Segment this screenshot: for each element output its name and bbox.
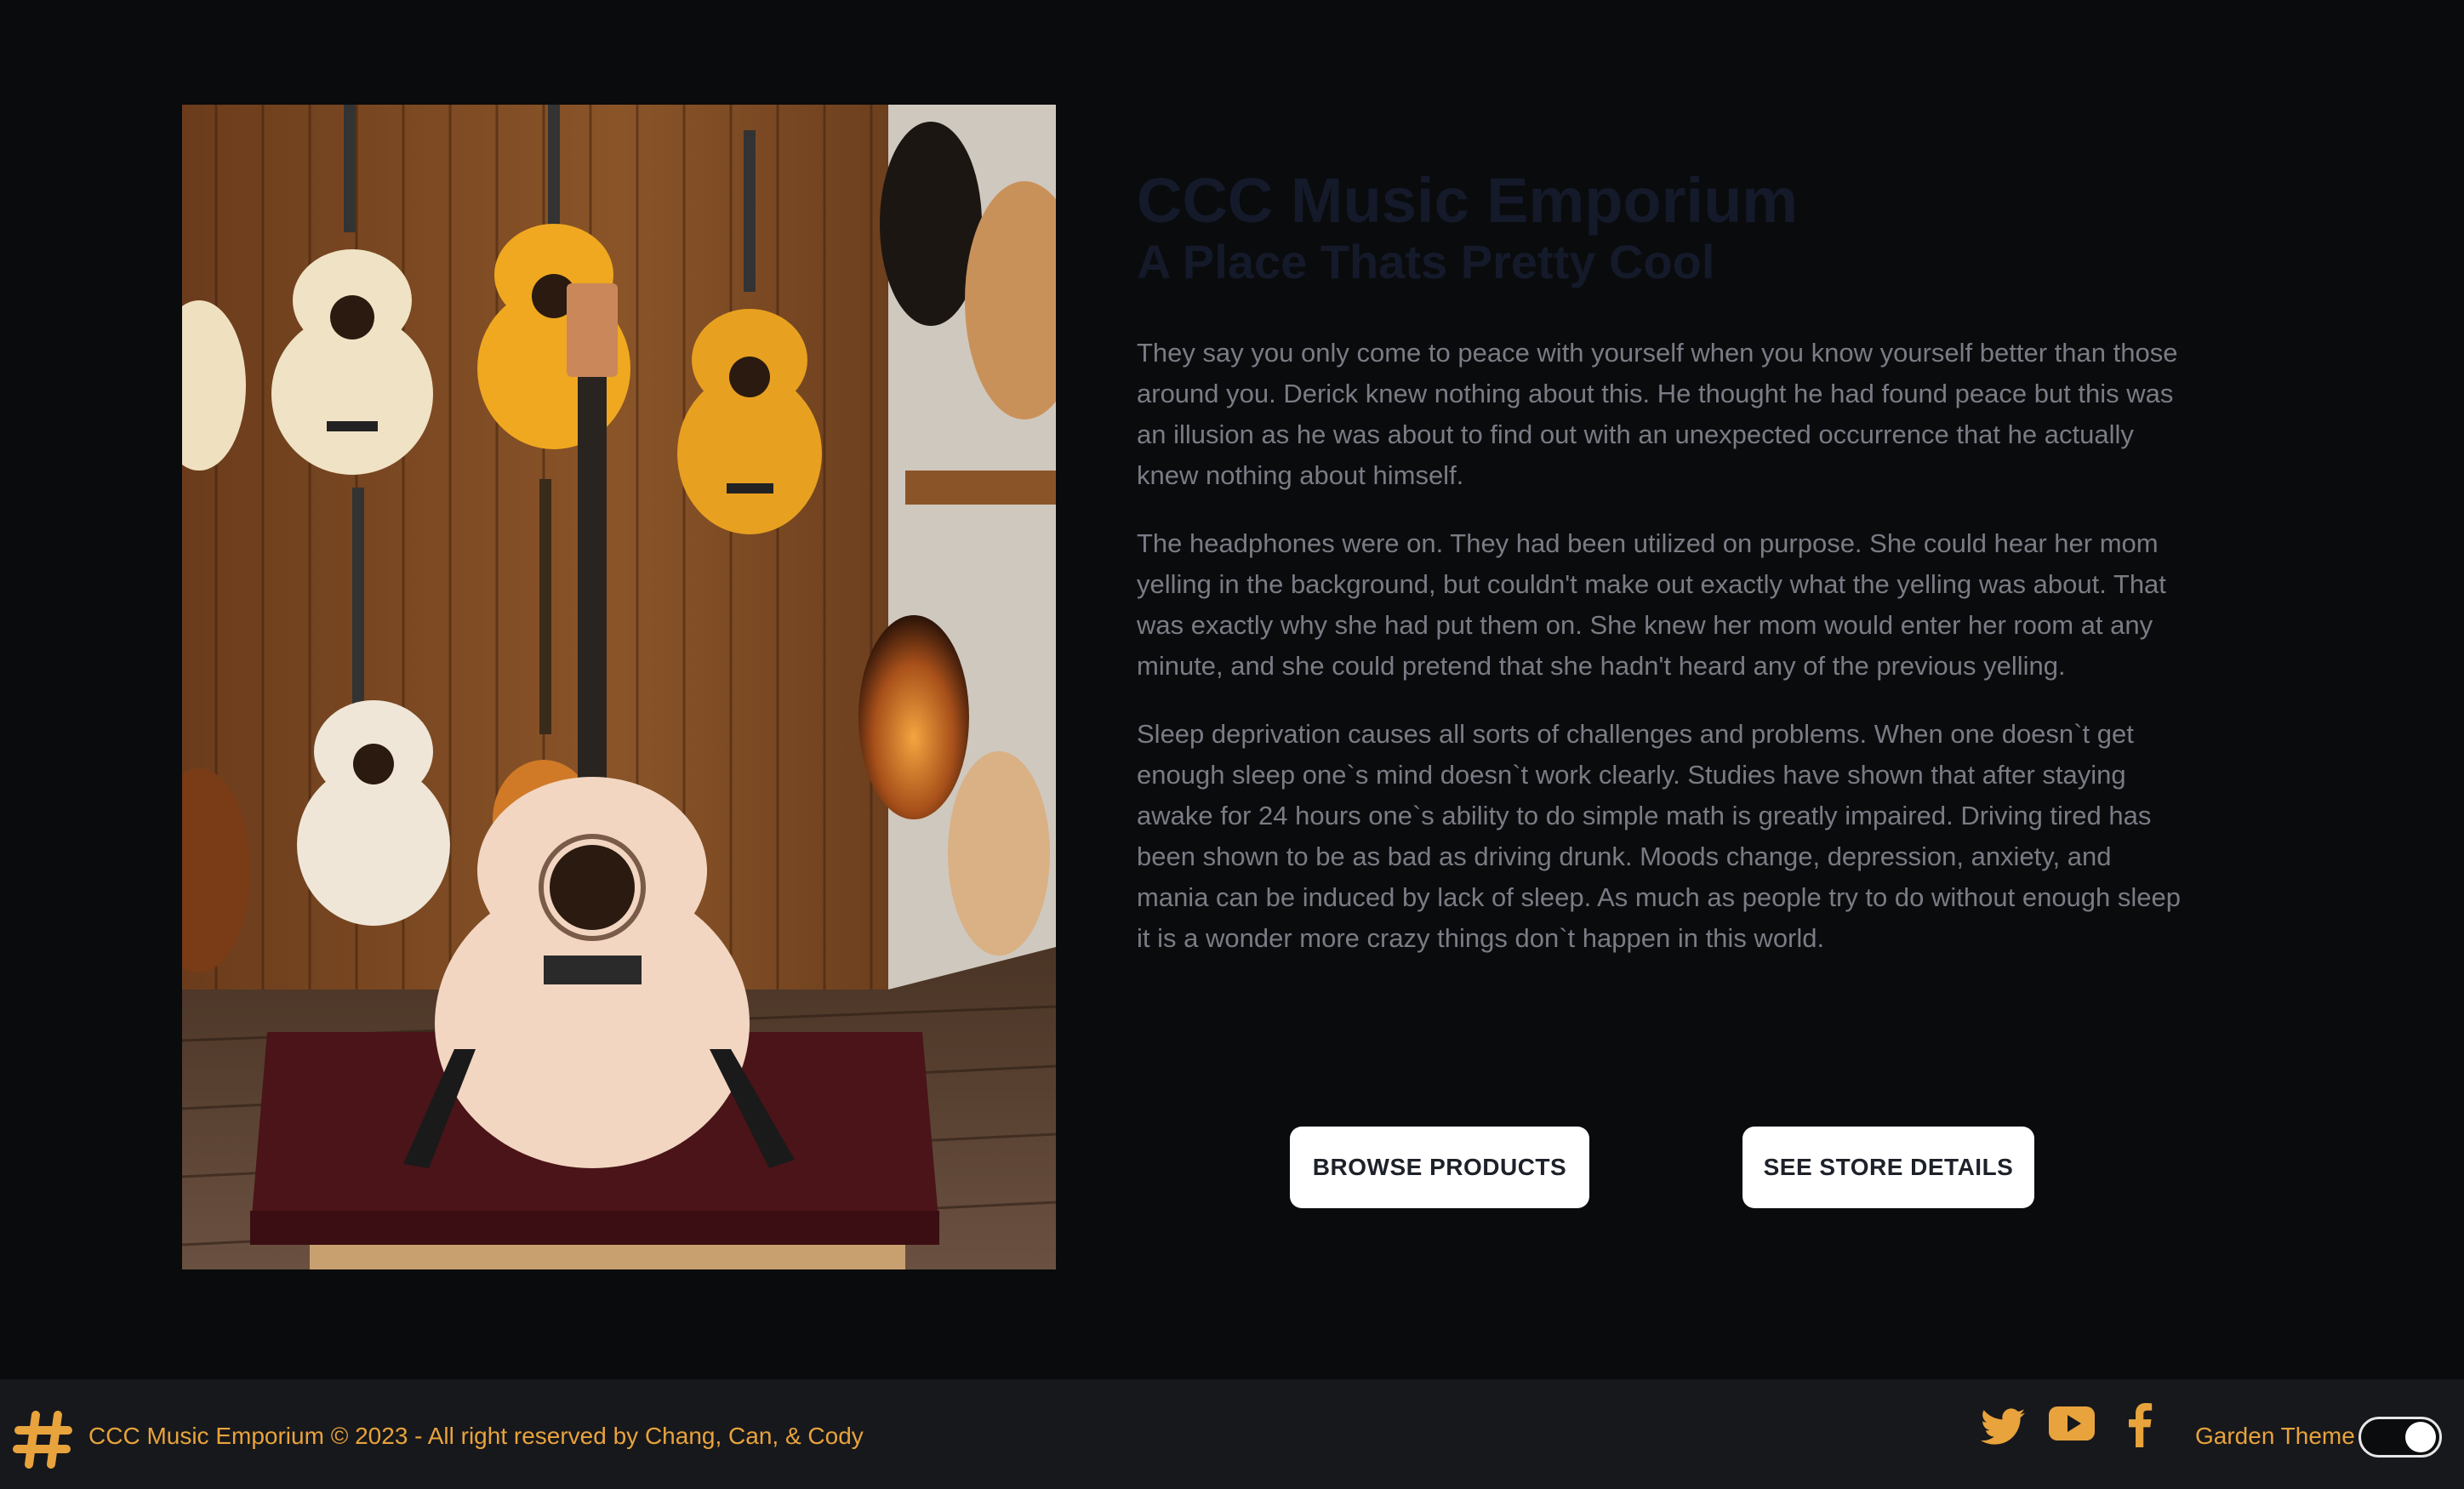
guitar-store-image bbox=[182, 105, 1056, 1269]
page-subtitle: A Place Thats Pretty Cool bbox=[1137, 235, 1715, 288]
hero-photo bbox=[182, 105, 1056, 1269]
intro-paragraph-3: Sleep deprivation causes all sorts of ch… bbox=[1137, 719, 2181, 953]
theme-toggle-label: Garden Theme bbox=[2195, 1423, 2355, 1449]
footer: CCC Music Emporium © 2023 - All right re… bbox=[0, 1379, 2464, 1489]
intro-paragraph-2: The headphones were on. They had been ut… bbox=[1137, 528, 2166, 681]
footer-copyright: CCC Music Emporium © 2023 - All right re… bbox=[88, 1423, 864, 1449]
twitter-icon[interactable] bbox=[1981, 1408, 2025, 1446]
hero-content: CCC Music Emporium A Place Thats Pretty … bbox=[1137, 166, 2183, 959]
page: CCC Music Emporium A Place Thats Pretty … bbox=[0, 0, 2464, 1489]
garden-theme-toggle[interactable] bbox=[2358, 1417, 2442, 1458]
browse-products-button[interactable]: BROWSE PRODUCTS bbox=[1290, 1127, 1589, 1208]
hero-actions: BROWSE PRODUCTS SEE STORE DETAILS bbox=[1290, 1127, 2034, 1208]
facebook-icon[interactable] bbox=[2127, 1403, 2153, 1447]
page-title: CCC Music Emporium bbox=[1137, 165, 1799, 236]
youtube-icon[interactable] bbox=[2049, 1406, 2095, 1441]
intro-paragraph-1: They say you only come to peace with you… bbox=[1137, 338, 2178, 490]
see-store-details-button[interactable]: SEE STORE DETAILS bbox=[1742, 1127, 2034, 1208]
toggle-knob bbox=[2405, 1422, 2436, 1452]
hash-logo-icon bbox=[13, 1411, 72, 1469]
